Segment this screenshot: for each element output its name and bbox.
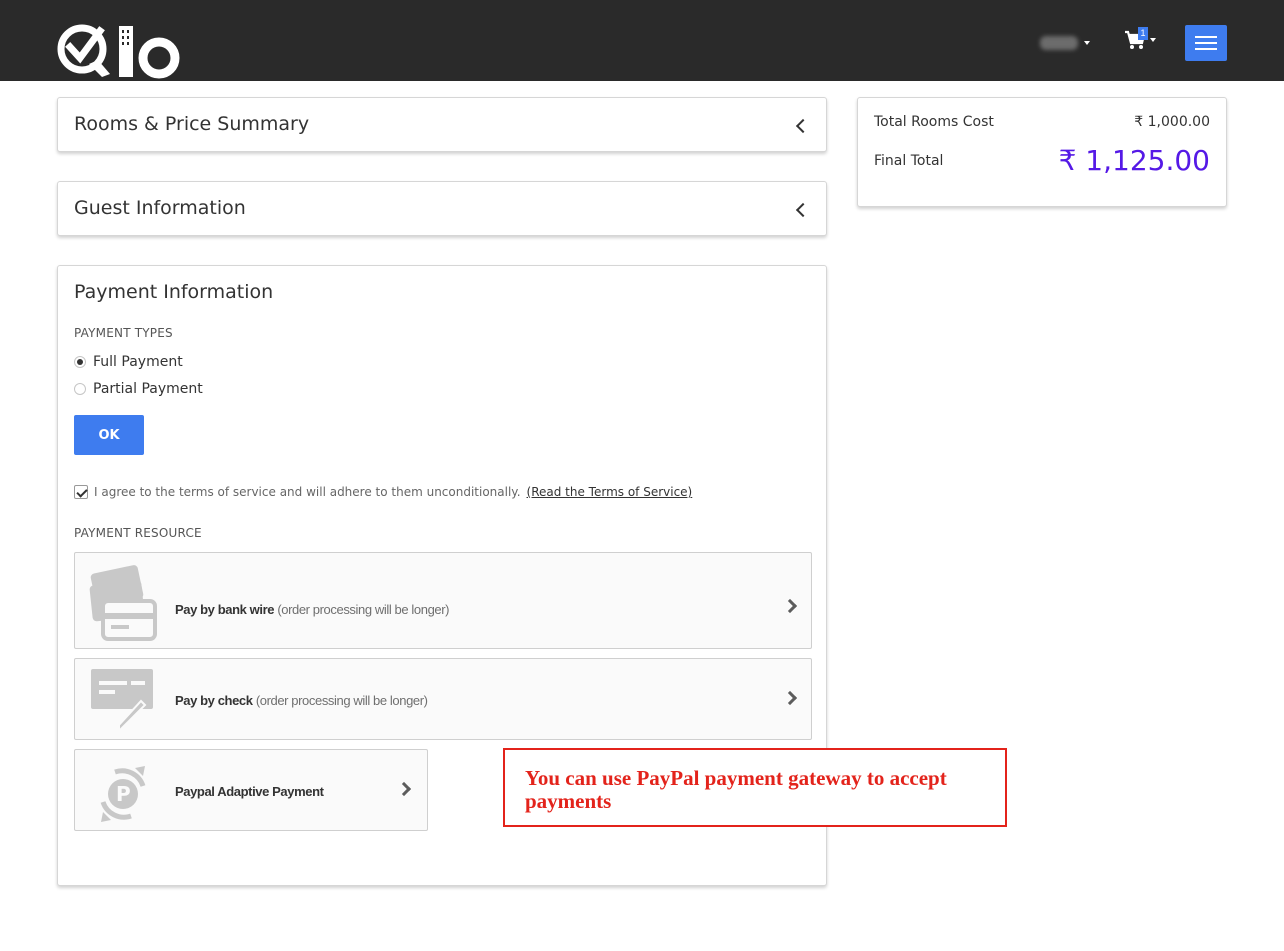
panel-title: Payment Information bbox=[74, 281, 274, 303]
partial-payment-radio[interactable]: Partial Payment bbox=[74, 381, 203, 397]
summary-label: Total Rooms Cost bbox=[874, 114, 994, 130]
payment-resource-label: PAYMENT RESOURCE bbox=[74, 526, 202, 540]
cart-count-badge: 1 bbox=[1138, 27, 1148, 40]
hamburger-line bbox=[1195, 36, 1217, 38]
payment-method-text: Pay by bank wire (order processing will … bbox=[175, 602, 449, 617]
radio-label: Partial Payment bbox=[93, 381, 203, 397]
radio-selected-icon[interactable] bbox=[74, 356, 86, 368]
panel-title: Rooms & Price Summary bbox=[74, 113, 310, 135]
payment-types-label: PAYMENT TYPES bbox=[74, 326, 173, 340]
chevron-left-icon[interactable] bbox=[795, 202, 811, 218]
payment-method-title: Paypal Adaptive Payment bbox=[175, 784, 324, 799]
terms-of-service-link[interactable]: (Read the Terms of Service) bbox=[527, 485, 693, 499]
payment-method-note: (order processing will be longer) bbox=[277, 602, 450, 617]
rooms-price-summary-panel[interactable]: Rooms & Price Summary bbox=[57, 97, 827, 152]
pay-by-bank-wire-option[interactable]: Pay by bank wire (order processing will … bbox=[74, 552, 812, 649]
paypal-annotation-callout: You can use PayPal payment gateway to ac… bbox=[503, 748, 1007, 827]
chevron-right-icon bbox=[782, 598, 798, 614]
panel-title: Guest Information bbox=[74, 197, 246, 219]
chevron-left-icon[interactable] bbox=[795, 118, 811, 134]
hamburger-menu-button[interactable] bbox=[1185, 25, 1227, 61]
payment-method-text: Pay by check (order processing will be l… bbox=[175, 693, 428, 708]
radio-unselected-icon[interactable] bbox=[74, 383, 86, 395]
guest-information-panel[interactable]: Guest Information bbox=[57, 181, 827, 236]
total-rooms-cost-row: Total Rooms Cost ₹ 1,000.00 bbox=[874, 114, 1210, 130]
user-dropdown[interactable] bbox=[1040, 36, 1090, 50]
ok-button[interactable]: OK bbox=[74, 415, 144, 455]
user-name-blurred bbox=[1040, 36, 1078, 50]
pay-by-check-option[interactable]: Pay by check (order processing will be l… bbox=[74, 658, 812, 740]
payment-method-text: Paypal Adaptive Payment bbox=[175, 784, 324, 799]
paypal-icon: P bbox=[100, 766, 146, 822]
paypal-adaptive-payment-option[interactable]: P Paypal Adaptive Payment bbox=[74, 749, 428, 831]
cart-dropdown[interactable]: 1 bbox=[1124, 27, 1156, 50]
check-pen-icon bbox=[91, 669, 153, 733]
terms-agreement: I agree to the terms of service and will… bbox=[74, 485, 692, 499]
final-total-value: ₹ 1,125.00 bbox=[1058, 144, 1210, 177]
payment-method-title: Pay by check bbox=[175, 693, 253, 708]
payment-method-title: Pay by bank wire bbox=[175, 602, 275, 617]
chevron-right-icon bbox=[396, 781, 412, 797]
chevron-down-icon bbox=[1084, 41, 1090, 45]
chevron-down-icon bbox=[1150, 38, 1156, 42]
terms-text: I agree to the terms of service and will… bbox=[94, 485, 521, 499]
summary-label: Final Total bbox=[874, 152, 944, 169]
price-summary-box: Total Rooms Cost ₹ 1,000.00 Final Total … bbox=[857, 97, 1227, 207]
bank-card-icon bbox=[89, 565, 157, 641]
full-payment-radio[interactable]: Full Payment bbox=[74, 354, 183, 370]
payment-method-note: (order processing will be longer) bbox=[255, 693, 428, 708]
final-total-row: Final Total ₹ 1,125.00 bbox=[874, 144, 1210, 177]
top-navbar: 1 bbox=[0, 0, 1284, 81]
summary-value: ₹ 1,000.00 bbox=[1134, 114, 1210, 130]
chevron-right-icon bbox=[782, 690, 798, 706]
radio-label: Full Payment bbox=[93, 354, 183, 370]
svg-text:P: P bbox=[116, 782, 131, 806]
terms-checkbox[interactable] bbox=[74, 485, 88, 499]
qlo-logo[interactable] bbox=[56, 18, 186, 80]
hamburger-line bbox=[1195, 48, 1217, 50]
hamburger-line bbox=[1195, 42, 1217, 44]
